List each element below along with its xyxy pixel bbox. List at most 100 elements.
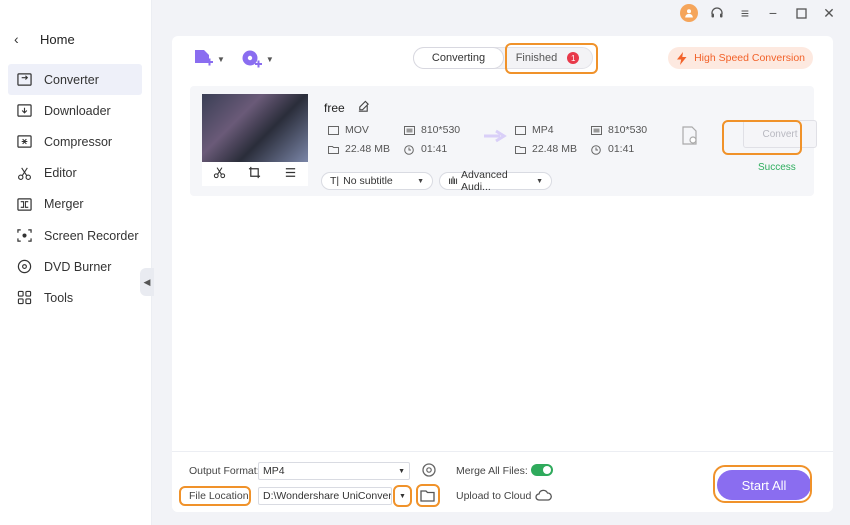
video-format-icon [515,125,526,135]
resolution-icon [404,125,415,135]
thumbnail-actions [202,162,308,186]
chevron-down-icon: ▼ [417,177,424,185]
sidebar-item-label: Downloader [44,103,111,118]
headset-icon[interactable] [708,4,726,22]
menu-icon[interactable]: ≡ [736,4,754,22]
account-icon[interactable] [680,4,698,22]
sidebar-item-converter[interactable]: Converter [8,64,142,96]
file-name: free [324,101,345,115]
source-format: MOV [328,124,369,136]
edit-name-icon[interactable] [357,100,370,116]
maximize-icon[interactable] [792,4,810,22]
compressor-icon [16,134,32,150]
source-resolution: 810*530 [404,124,460,136]
tab-finished[interactable]: Finished 1 [503,48,592,68]
home-label: Home [40,31,75,47]
sidebar-nav: Converter Downloader Compressor Editor M… [8,64,142,314]
location-dropdown-button[interactable]: ▼ [395,487,410,505]
sidebar-item-dvd-burner[interactable]: DVD Burner [8,251,142,282]
file-location-input[interactable]: D:\Wondershare UniConverter 1 [258,487,392,505]
high-speed-conversion-button[interactable]: High Speed Conversion [668,47,813,69]
sidebar-item-editor[interactable]: Editor [8,158,142,189]
sidebar-item-downloader[interactable]: Downloader [8,95,142,126]
chevron-down-icon: ▼ [398,467,405,475]
high-speed-label: High Speed Conversion [694,52,805,64]
chevron-down-icon: ▼ [399,492,406,500]
bottom-bar: Output Format: MP4 ▼ Merge All Files: Fi… [172,451,833,512]
converter-panel: ▼ ▼ Converting Finished 1 High Speed Con… [172,36,833,512]
crop-icon[interactable] [248,166,261,182]
chevron-down-icon: ▼ [217,54,225,64]
sidebar-item-label: DVD Burner [44,259,112,274]
tab-converting[interactable]: Converting [414,48,503,68]
file-location-label: File Location: [189,490,252,502]
chevron-down-icon: ▼ [265,54,274,64]
sidebar-item-label: Merger [44,197,84,212]
sidebar-item-label: Editor [44,166,77,181]
cloud-icon[interactable] [535,489,552,505]
chevron-left-icon: ‹ [14,31,19,47]
video-format-icon [328,125,339,135]
sidebar: ‹ Home Converter Downloader Compressor E… [0,0,154,525]
upload-cloud-label: Upload to Cloud [456,490,532,502]
folder-size-icon [515,145,526,154]
output-format-select[interactable]: MP4 ▼ [258,462,410,480]
start-all-button[interactable]: Start All [717,470,811,500]
sidebar-item-label: Screen Recorder [44,228,139,243]
clock-icon [591,144,602,155]
target-size: 22.48 MB [515,143,577,155]
chevron-down-icon: ▼ [536,177,543,185]
output-settings-icon[interactable] [680,126,700,149]
conversion-status: Success [758,162,796,173]
downloader-icon [16,103,32,119]
lightning-icon [677,51,687,65]
sidebar-item-compressor[interactable]: Compressor [8,126,142,157]
converter-icon [16,72,32,88]
finished-count-badge: 1 [567,52,580,64]
toolbar: ▼ ▼ [192,48,274,70]
status-tabs: Converting Finished 1 [413,47,593,69]
format-settings-icon[interactable] [421,462,437,481]
source-duration: 01:41 [404,143,447,155]
add-files-button[interactable]: ▼ [192,48,225,70]
folder-size-icon [328,145,339,154]
sidebar-item-merger[interactable]: Merger [8,189,142,220]
effects-icon[interactable] [284,166,297,182]
resolution-icon [591,125,602,135]
merge-toggle[interactable] [531,464,553,476]
sidebar-item-label: Tools [44,290,74,305]
add-file-icon [195,50,213,66]
sidebar-item-label: Compressor [44,134,113,149]
open-folder-icon[interactable] [420,489,435,505]
trim-icon[interactable] [213,166,226,182]
subtitle-icon: T| [330,175,340,187]
merge-label: Merge All Files: [456,465,528,477]
output-format-label: Output Format: [189,465,260,477]
close-icon[interactable]: ✕ [820,4,838,22]
target-duration: 01:41 [591,143,634,155]
screen-recorder-icon [16,228,32,244]
tab-finished-label: Finished [515,52,558,64]
sidebar-item-label: Converter [44,72,99,87]
add-dvd-icon [242,50,262,68]
target-resolution: 810*530 [591,124,647,136]
file-name-row: free [324,100,370,116]
convert-arrow-icon [484,129,508,146]
dvd-icon [16,259,32,275]
minimize-icon[interactable]: − [764,4,782,22]
file-card: free MOV 810*530 22.48 MB 01:41 MP4 810*… [190,86,817,196]
clock-icon [404,144,415,155]
sidebar-collapse-button[interactable]: ◀ [140,268,154,296]
home-link[interactable]: ‹ Home [14,31,75,47]
scissors-icon [16,165,32,181]
convert-button[interactable]: Convert [743,120,817,148]
audio-dropdown[interactable]: ıılıı Advanced Audi... ▼ [439,169,552,193]
video-thumbnail[interactable] [202,94,308,162]
subtitle-dropdown[interactable]: T| No subtitle ▼ [321,172,433,190]
sidebar-item-screen-recorder[interactable]: Screen Recorder [8,220,142,251]
window-controls: ≡ − ✕ [680,4,838,22]
add-dvd-button[interactable]: ▼ [241,48,274,70]
sidebar-item-tools[interactable]: Tools [8,282,142,313]
source-size: 22.48 MB [328,143,390,155]
target-format: MP4 [515,124,554,136]
